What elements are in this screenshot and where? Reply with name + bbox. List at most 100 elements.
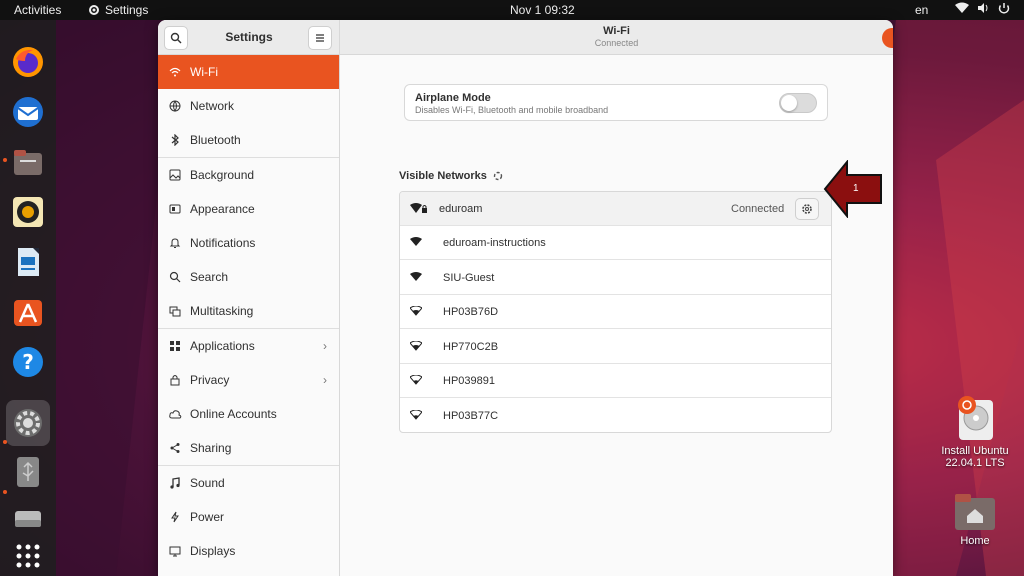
dock: ? <box>0 20 56 576</box>
sidebar-item-notifications[interactable]: Notifications <box>158 226 339 260</box>
sidebar-header: Settings <box>158 20 340 55</box>
sidebar-item-label: Privacy <box>190 373 230 387</box>
files-icon[interactable] <box>8 142 48 182</box>
sidebar-item-label: Power <box>190 510 225 524</box>
drive-icon[interactable] <box>8 498 48 538</box>
sidebar-item-sharing[interactable]: Sharing <box>158 431 339 465</box>
sidebar-item-label: Applications <box>190 339 255 353</box>
wifi-panel: Airplane Mode Disables Wi-Fi, Bluetooth … <box>340 55 893 576</box>
panel-subtitle: Connected <box>594 38 639 48</box>
sidebar-item-background[interactable]: Background <box>158 158 339 192</box>
sidebar-item-appearance[interactable]: Appearance <box>158 192 339 226</box>
input-language[interactable]: en <box>915 3 928 17</box>
panel-header: Wi-Fi Connected ⋮ – ▢ ✕ <box>340 20 893 55</box>
clock[interactable]: Nov 1 09:32 <box>510 3 575 17</box>
network-list: eduroam Connected eduroam-instructions S… <box>399 191 832 433</box>
app-menu[interactable]: Settings <box>88 3 148 17</box>
sidebar-item-wifi[interactable]: Wi-Fi <box>158 55 339 89</box>
installer-icon <box>958 396 993 440</box>
bell-icon <box>168 236 182 250</box>
network-icon <box>168 99 182 113</box>
gear-icon <box>89 5 99 15</box>
app-menu-label: Settings <box>105 3 149 17</box>
activities-button[interactable]: Activities <box>14 3 61 17</box>
music-note-icon <box>168 476 182 490</box>
sidebar-item-label: Notifications <box>190 236 256 250</box>
software-icon[interactable] <box>8 292 48 332</box>
network-row[interactable]: eduroam-instructions <box>400 226 831 260</box>
network-row[interactable]: eduroam Connected <box>400 192 831 226</box>
network-ssid: eduroam <box>439 202 483 215</box>
writer-icon[interactable] <box>8 242 48 282</box>
sidebar-item-network[interactable]: Network <box>158 89 339 123</box>
network-status: Connected <box>731 202 785 215</box>
running-indicator <box>3 490 7 494</box>
power-menu-icon <box>998 3 1010 14</box>
rhythmbox-icon[interactable] <box>8 192 48 232</box>
sidebar-item-power[interactable]: Power <box>158 500 339 534</box>
system-tray[interactable] <box>955 2 1011 14</box>
top-bar: Activities Settings Nov 1 09:32 en <box>0 0 1024 20</box>
airplane-mode-title: Airplane Mode <box>415 92 491 104</box>
sidebar-item-bluetooth[interactable]: Bluetooth <box>158 123 339 157</box>
settings-icon[interactable] <box>6 400 50 446</box>
wifi-weak-icon <box>410 341 422 351</box>
network-ssid: HP03B76D <box>443 305 499 318</box>
network-row[interactable]: HP03B76D <box>400 295 831 329</box>
help-icon[interactable]: ? <box>8 342 48 382</box>
airplane-mode-description: Disables Wi-Fi, Bluetooth and mobile bro… <box>415 105 609 115</box>
network-row[interactable]: HP039891 <box>400 364 831 398</box>
usb-drive-icon[interactable] <box>8 452 48 492</box>
wifi-secure-icon <box>410 203 427 213</box>
sidebar-item-label: Online Accounts <box>190 407 277 421</box>
network-ssid: eduroam-instructions <box>443 236 546 249</box>
svg-text:?: ? <box>22 350 34 374</box>
menu-button[interactable] <box>308 26 332 50</box>
panel-title: Wi-Fi <box>603 25 630 37</box>
sidebar-item-privacy[interactable]: Privacy › <box>158 363 339 397</box>
toggle-knob <box>781 95 797 111</box>
wifi-weak-icon <box>410 410 422 420</box>
network-ssid: HP03B77C <box>443 410 499 422</box>
sidebar-item-label: Wi-Fi <box>190 65 218 79</box>
wifi-strength-icon <box>410 237 422 246</box>
running-indicator <box>3 158 7 162</box>
network-settings-button[interactable] <box>795 198 819 220</box>
wifi-status-icon <box>955 2 969 13</box>
sidebar-item-label: Network <box>190 99 235 113</box>
network-row[interactable]: HP770C2B <box>400 330 831 364</box>
sidebar-item-online-accounts[interactable]: Online Accounts <box>158 397 339 431</box>
sidebar-item-applications[interactable]: Applications › <box>158 329 339 363</box>
sidebar-item-sound[interactable]: Sound <box>158 466 339 500</box>
airplane-mode-row: Airplane Mode Disables Wi-Fi, Bluetooth … <box>404 84 828 121</box>
multitasking-icon <box>168 304 182 318</box>
sidebar-item-label: Sharing <box>190 441 232 455</box>
network-ssid: HP770C2B <box>443 340 499 353</box>
install-label-line-1: Install Ubuntu <box>941 445 1009 457</box>
background-icon <box>168 168 182 182</box>
install-label-line-2: 22.04.1 LTS <box>945 457 1005 469</box>
network-row[interactable]: SIU-Guest <box>400 261 831 295</box>
appearance-icon <box>168 202 182 216</box>
install-ubuntu-desktop-icon[interactable]: Install Ubuntu 22.04.1 LTS <box>935 396 1015 469</box>
visible-networks-label: Visible Networks <box>399 170 487 182</box>
network-row[interactable]: HP03B77C <box>400 399 831 432</box>
home-desktop-icon[interactable]: Home <box>940 492 1010 547</box>
chevron-right-icon: › <box>323 339 327 353</box>
sidebar-item-displays[interactable]: Displays <box>158 534 339 568</box>
volume-icon <box>978 3 988 13</box>
sidebar-item-search[interactable]: Search <box>158 260 339 294</box>
gear-icon <box>802 204 812 214</box>
power-icon <box>168 510 182 524</box>
network-ssid: SIU-Guest <box>443 271 495 284</box>
airplane-mode-switch[interactable] <box>779 93 817 113</box>
sidebar-item-multitasking[interactable]: Multitasking <box>158 294 339 328</box>
sidebar: Wi-Fi Network Bluetooth Background Appea… <box>158 55 340 576</box>
firefox-icon[interactable] <box>8 42 48 82</box>
search-icon <box>168 270 182 284</box>
thunderbird-icon[interactable] <box>8 92 48 132</box>
wifi-weak-icon <box>410 375 422 385</box>
sidebar-item-label: Appearance <box>190 202 255 216</box>
app-grid-icon[interactable] <box>8 536 48 576</box>
lock-icon <box>168 373 182 387</box>
